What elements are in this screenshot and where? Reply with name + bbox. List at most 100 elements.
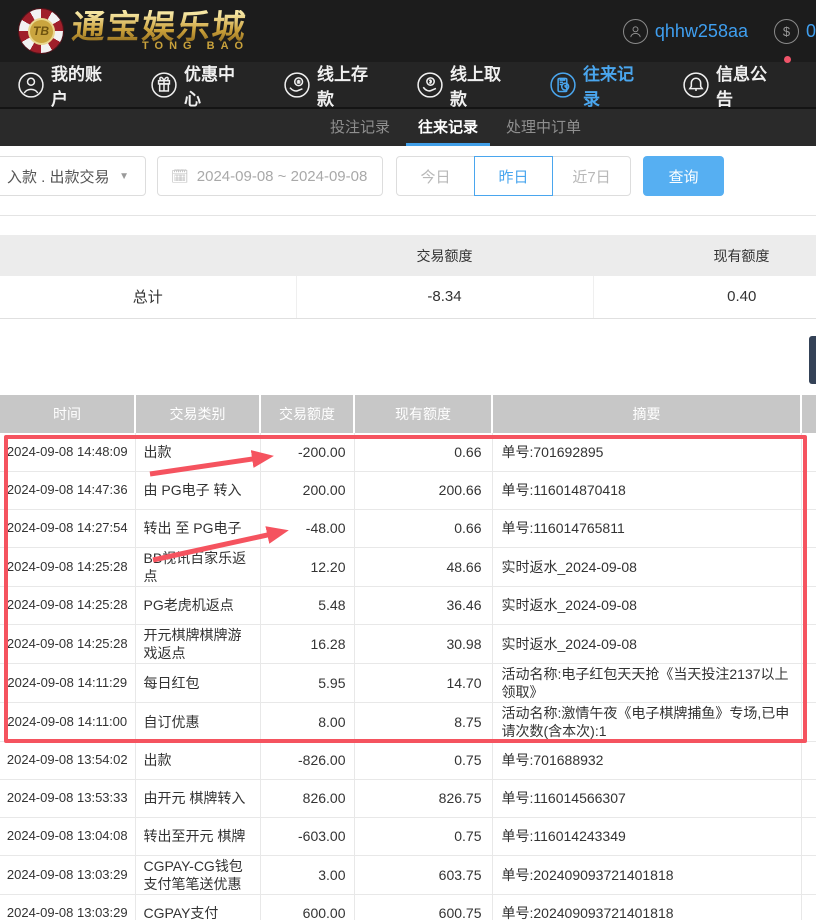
balance-coin-icon: $	[774, 19, 799, 44]
cell-stub	[801, 702, 816, 741]
records-icon	[550, 72, 576, 98]
cell-amount: 600.00	[260, 894, 354, 920]
notification-dot	[784, 56, 791, 63]
summary-header-empty	[0, 235, 296, 276]
table-row[interactable]: 2024-09-08 14:25:28 PG老虎机返点 5.48 36.46 实…	[0, 586, 816, 624]
cell-summary: 实时返水_2024-09-08	[492, 624, 801, 663]
brand-logo[interactable]: TB 通宝娱乐城 TONG BAO	[18, 8, 249, 54]
table-row[interactable]: 2024-09-08 14:11:00 自订优惠 8.00 8.75 活动名称:…	[0, 702, 816, 741]
nav-item-deposit[interactable]: 线上存款	[284, 60, 380, 110]
tab-bet-records[interactable]: 投注记录	[318, 109, 402, 146]
table-row[interactable]: 2024-09-08 14:48:09 出款 -200.00 0.66 单号:7…	[0, 433, 816, 471]
cell-time: 2024-09-08 14:25:28	[0, 586, 135, 624]
cell-summary: 单号:202409093721401818	[492, 894, 801, 920]
cell-time: 2024-09-08 13:03:29	[0, 894, 135, 920]
cell-type: 每日红包	[135, 663, 260, 702]
cell-summary: 活动名称:激情午夜《电子棋牌捕鱼》专场,已申请次数(含本次):1	[492, 702, 801, 741]
cell-amount: 5.48	[260, 586, 354, 624]
cell-type: PG老虎机返点	[135, 586, 260, 624]
last7days-button[interactable]: 近7日	[552, 156, 631, 196]
search-button[interactable]: 查询	[643, 156, 724, 196]
cell-amount: 826.00	[260, 779, 354, 817]
cell-type: BB视讯百家乐返点	[135, 547, 260, 586]
cell-stub	[801, 624, 816, 663]
tab-pending-orders[interactable]: 处理中订单	[494, 109, 593, 146]
cell-balance: 200.66	[354, 471, 492, 509]
summary-table: 交易额度 现有额度 总计 -8.34 0.40	[0, 235, 816, 319]
transaction-type-select[interactable]: 入款 . 出款交易 ▼	[0, 156, 146, 196]
summary-header-trade: 交易额度	[296, 235, 593, 276]
cell-stub	[801, 663, 816, 702]
cell-amount: 12.20	[260, 547, 354, 586]
table-row[interactable]: 2024-09-08 13:04:08 转出至开元 棋牌 -603.00 0.7…	[0, 817, 816, 855]
cell-stub	[801, 509, 816, 547]
cell-time: 2024-09-08 14:25:28	[0, 624, 135, 663]
cell-amount: -603.00	[260, 817, 354, 855]
cell-balance: 0.66	[354, 509, 492, 547]
cell-balance: 826.75	[354, 779, 492, 817]
table-row[interactable]: 2024-09-08 14:47:36 由 PG电子 转入 200.00 200…	[0, 471, 816, 509]
cell-summary: 单号:116014243349	[492, 817, 801, 855]
cell-type: 由开元 棋牌转入	[135, 779, 260, 817]
user-avatar-icon	[623, 19, 648, 44]
poker-chip-logo-icon: TB	[18, 8, 64, 54]
cell-stub	[801, 741, 816, 779]
cell-balance: 36.46	[354, 586, 492, 624]
chip-label: TB	[28, 18, 55, 45]
username-link[interactable]: qhhw258aa	[655, 21, 748, 42]
nav-item-announcements[interactable]: 信息公告	[683, 60, 779, 110]
table-row[interactable]: 2024-09-08 14:11:29 每日红包 5.95 14.70 活动名称…	[0, 663, 816, 702]
cell-time: 2024-09-08 14:11:00	[0, 702, 135, 741]
table-row[interactable]: 2024-09-08 14:25:28 BB视讯百家乐返点 12.20 48.6…	[0, 547, 816, 586]
cell-time: 2024-09-08 13:54:02	[0, 741, 135, 779]
tab-transaction-records[interactable]: 往来记录	[406, 109, 490, 146]
quick-date-group: 今日 昨日 近7日	[396, 156, 631, 196]
nav-item-my-account[interactable]: 我的账户	[18, 60, 114, 110]
col-header-balance: 现有额度	[354, 395, 492, 433]
summary-total-label: 总计	[0, 276, 296, 318]
cell-balance: 14.70	[354, 663, 492, 702]
cell-stub	[801, 855, 816, 894]
cell-amount: 3.00	[260, 855, 354, 894]
cell-time: 2024-09-08 13:04:08	[0, 817, 135, 855]
cell-summary: 单号:701692895	[492, 433, 801, 471]
table-row[interactable]: 2024-09-08 14:27:54 转出 至 PG电子 -48.00 0.6…	[0, 509, 816, 547]
account-icon	[18, 72, 44, 98]
bell-icon	[683, 72, 709, 98]
col-header-time: 时间	[0, 395, 135, 433]
cell-time: 2024-09-08 13:03:29	[0, 855, 135, 894]
cell-type: 转出 至 PG电子	[135, 509, 260, 547]
nav-item-transaction-records[interactable]: 往来记录	[550, 60, 646, 110]
cell-amount: 200.00	[260, 471, 354, 509]
cell-stub	[801, 586, 816, 624]
summary-total-trade: -8.34	[296, 276, 593, 318]
cell-summary: 单号:116014765811	[492, 509, 801, 547]
cell-balance: 0.75	[354, 741, 492, 779]
yesterday-button[interactable]: 昨日	[474, 156, 553, 196]
table-row[interactable]: 2024-09-08 13:03:29 CGPAY-CG钱包支付笔笔送优惠 3.…	[0, 855, 816, 894]
cell-stub	[801, 779, 816, 817]
cell-summary: 实时返水_2024-09-08	[492, 547, 801, 586]
cell-balance: 603.75	[354, 855, 492, 894]
date-range-input[interactable]: 🗓 2024-09-08 ~ 2024-09-08	[157, 156, 383, 196]
table-row[interactable]: 2024-09-08 13:53:33 由开元 棋牌转入 826.00 826.…	[0, 779, 816, 817]
cell-time: 2024-09-08 14:25:28	[0, 547, 135, 586]
today-button[interactable]: 今日	[396, 156, 475, 196]
floating-side-widget[interactable]	[809, 336, 816, 384]
table-row[interactable]: 2024-09-08 13:54:02 出款 -826.00 0.75 单号:7…	[0, 741, 816, 779]
cell-summary: 活动名称:电子红包天天抢《当天投注2137以上领取》	[492, 663, 801, 702]
nav-item-withdraw[interactable]: 线上取款	[417, 60, 513, 110]
cell-stub	[801, 471, 816, 509]
brand-title: 通宝娱乐城	[70, 10, 251, 44]
cell-time: 2024-09-08 13:53:33	[0, 779, 135, 817]
table-row[interactable]: 2024-09-08 14:25:28 开元棋牌棋牌游戏返点 16.28 30.…	[0, 624, 816, 663]
nav-item-promotions[interactable]: 优惠中心	[151, 60, 247, 110]
cell-balance: 48.66	[354, 547, 492, 586]
cell-type: CGPAY支付	[135, 894, 260, 920]
table-row[interactable]: 2024-09-08 13:03:29 CGPAY支付 600.00 600.7…	[0, 894, 816, 920]
balance-value[interactable]: 0	[806, 21, 816, 42]
col-header-amount: 交易额度	[260, 395, 354, 433]
cell-type: CGPAY-CG钱包支付笔笔送优惠	[135, 855, 260, 894]
cell-balance: 0.66	[354, 433, 492, 471]
cell-balance: 0.75	[354, 817, 492, 855]
